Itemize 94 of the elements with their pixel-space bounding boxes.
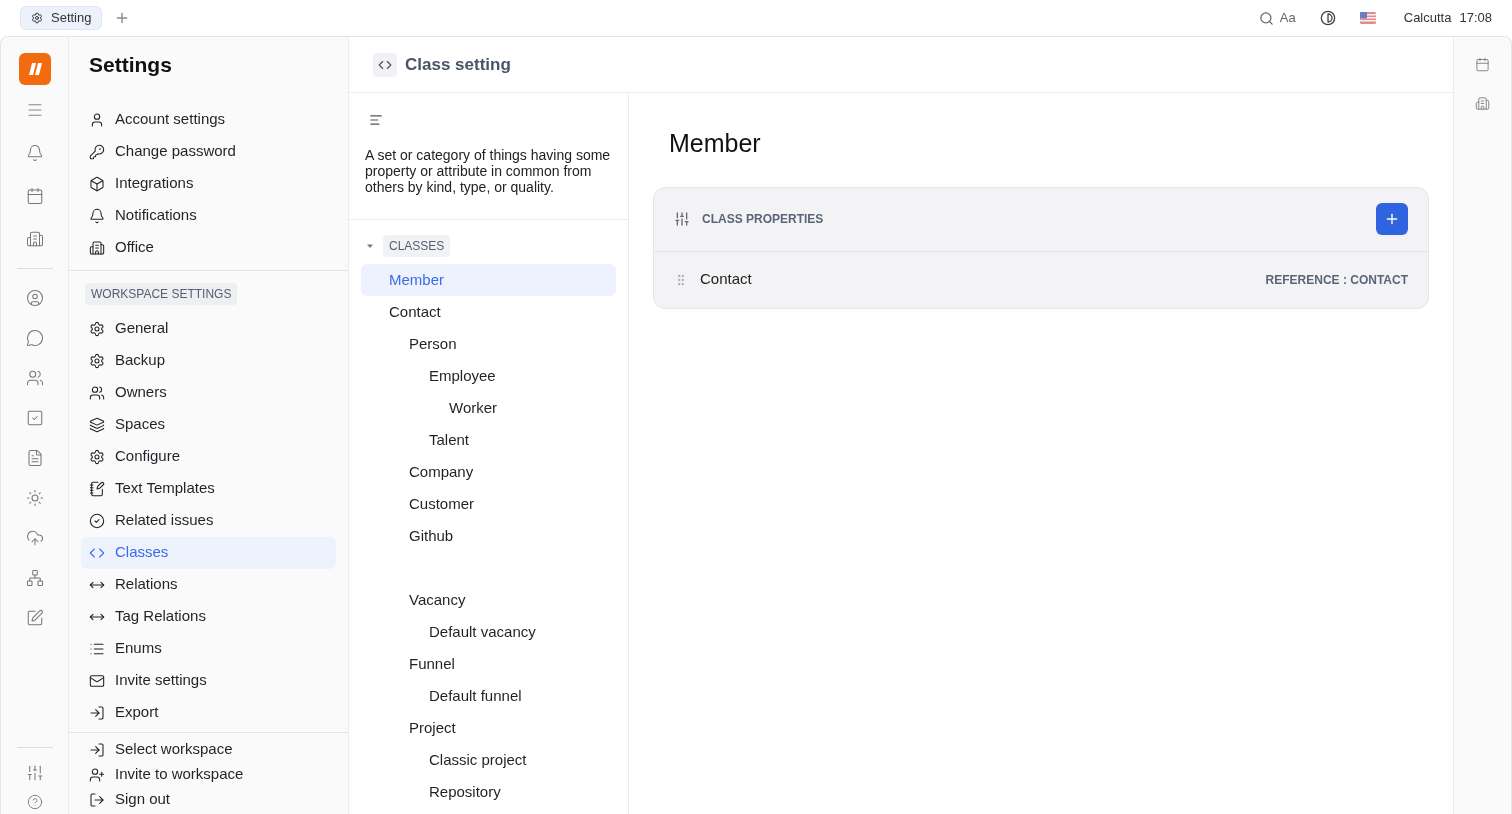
theme-icon[interactable] (1319, 10, 1336, 26)
bell-icon (89, 207, 105, 224)
menu-icon[interactable] (25, 101, 44, 119)
check-circle-icon (89, 512, 105, 529)
tree-item[interactable]: Vacancy (361, 584, 616, 616)
bell-icon[interactable] (25, 144, 44, 162)
building-icon (89, 239, 105, 256)
cube-icon (89, 175, 105, 192)
tree-item[interactable]: Classic project (361, 744, 616, 776)
class-title: Member (668, 128, 762, 159)
note-icon (89, 480, 105, 497)
code-icon[interactable] (373, 52, 397, 77)
gear-icon (89, 320, 105, 337)
nav-item[interactable]: Relations (81, 568, 336, 601)
tree-item[interactable]: Default vacancy (361, 616, 616, 648)
nav-item[interactable]: Notifications (81, 199, 336, 232)
mail-icon (89, 672, 105, 689)
add-property-button[interactable] (1376, 203, 1408, 235)
class-description: A set or category of things having some property or attribute in common from others by kind, type, or quality. (365, 147, 612, 195)
sliders-icon[interactable] (25, 764, 44, 782)
property-name: Contact (700, 269, 752, 290)
tree-item[interactable]: Customer (361, 488, 616, 520)
calendar-icon[interactable] (25, 187, 44, 205)
tree-item[interactable]: Repository (361, 776, 616, 808)
tab[interactable]: Setting (20, 6, 103, 30)
nav-item[interactable]: Select workspace (81, 737, 336, 762)
tree-item[interactable]: Talent (361, 424, 616, 456)
nav-item[interactable]: Tag Relations (81, 600, 336, 633)
card-header: CLASS PROPERTIES (702, 211, 824, 228)
hierarchy-icon[interactable] (25, 569, 44, 587)
tree-item[interactable]: Employee (361, 360, 616, 392)
key-icon (89, 143, 105, 160)
add-user-icon (89, 766, 105, 783)
checkbox-icon[interactable] (25, 409, 44, 427)
nav-item[interactable]: Change password (81, 135, 336, 168)
help-icon[interactable] (26, 794, 43, 810)
nav-item[interactable]: Office (81, 231, 336, 264)
nav-item[interactable]: Classes (81, 536, 336, 569)
calendar-icon[interactable] (1475, 57, 1490, 72)
nav-item[interactable]: Owners (81, 376, 336, 409)
user-icon (89, 111, 105, 128)
tree-item[interactable]: Project (361, 712, 616, 744)
tree-item[interactable]: Funnel (361, 648, 616, 680)
tree-item[interactable]: Person (361, 328, 616, 360)
nav-item[interactable]: Account settings (81, 103, 336, 136)
layers-icon (89, 416, 105, 433)
sun-icon[interactable] (25, 489, 44, 507)
app-logo[interactable] (18, 53, 51, 85)
exit-icon (89, 791, 105, 808)
building-icon[interactable] (25, 230, 44, 248)
enter-icon (89, 741, 105, 758)
time-label: 17:08 (1459, 9, 1492, 28)
nav-item[interactable]: Invite to workspace (81, 762, 336, 787)
nav-item[interactable]: Text Templates (81, 472, 336, 505)
property-type: REFERENCE : CONTACT (1265, 271, 1408, 289)
gear-icon (89, 352, 105, 369)
nav-item[interactable]: Invite settings (81, 664, 336, 697)
section-header: WORKSPACE SETTINGS (85, 282, 238, 305)
flag-icon[interactable] (1359, 12, 1376, 24)
document-icon[interactable] (25, 449, 44, 467)
gear-icon (89, 448, 105, 465)
tree-item[interactable]: Company (361, 456, 616, 488)
nav-item[interactable]: Backup (81, 344, 336, 377)
tree-item[interactable]: Default funnel (361, 680, 616, 712)
nav-item[interactable]: General (81, 312, 336, 345)
nav-item[interactable]: Sign out (81, 787, 336, 812)
section-header: CLASSES (383, 235, 451, 257)
location-label: Calcutta (1403, 9, 1452, 28)
nav-item[interactable]: Configure (81, 440, 336, 473)
edit-icon[interactable] (25, 609, 44, 627)
nav-item[interactable]: Related issues (81, 504, 336, 537)
settings-title: Settings (88, 52, 173, 78)
nav-item[interactable]: Enums (81, 632, 336, 665)
search-icon[interactable] (1258, 10, 1274, 26)
nav-item[interactable]: Spaces (81, 408, 336, 441)
contacts-icon[interactable] (25, 369, 44, 387)
nav-item[interactable]: Export (81, 696, 336, 729)
font-size-button[interactable]: Aa (1279, 8, 1296, 28)
text-align-icon[interactable] (369, 113, 383, 127)
page-title: Class setting (405, 53, 511, 76)
tree-item[interactable]: Github (361, 520, 616, 552)
tree-item[interactable]: Worker (361, 392, 616, 424)
user-circle-icon[interactable] (25, 289, 44, 307)
building-icon[interactable] (1475, 96, 1490, 111)
tree-item[interactable]: Member (361, 264, 616, 296)
chat-icon[interactable] (25, 329, 44, 347)
tree-item[interactable]: Contact (361, 296, 616, 328)
enter-icon (89, 704, 105, 721)
sliders-icon (674, 211, 690, 227)
gear-icon (31, 12, 43, 24)
cloud-icon[interactable] (25, 529, 44, 547)
nav-item[interactable]: Integrations (81, 167, 336, 200)
plus-icon (1384, 211, 1400, 227)
users-icon (89, 384, 105, 401)
